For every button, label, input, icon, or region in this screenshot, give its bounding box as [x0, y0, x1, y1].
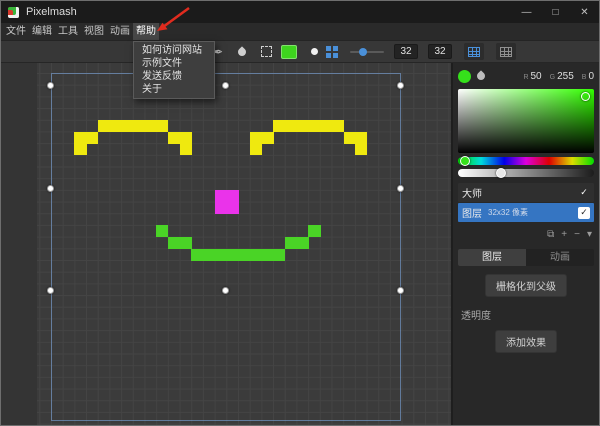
- menu-item-send-feedback[interactable]: 发送反馈: [134, 70, 214, 83]
- add-layer-button[interactable]: +: [561, 227, 567, 243]
- saturation-value-picker[interactable]: [458, 89, 594, 153]
- selection-handle[interactable]: [47, 287, 54, 294]
- value-label: B: [582, 74, 587, 81]
- transform-grid-icon[interactable]: [326, 46, 338, 58]
- pixelmash-window: Pixelmash — □ ✕ 文件 编辑 工具 视图 动画 帮助 ✎ ✒ 32…: [0, 0, 600, 426]
- opacity-label: 透明度: [458, 307, 594, 322]
- lightness-indicator[interactable]: [496, 168, 506, 178]
- layer-row-master[interactable]: 大师 ✓: [458, 183, 594, 202]
- brush-size-dot-icon: [311, 48, 318, 55]
- window-title: Pixelmash: [26, 6, 77, 18]
- minimize-button[interactable]: —: [512, 1, 541, 23]
- pixel-canvas[interactable]: [37, 63, 451, 426]
- eyedropper-icon: [236, 46, 247, 57]
- menu-item-about[interactable]: 关于: [134, 83, 214, 96]
- selection-handle[interactable]: [222, 82, 229, 89]
- blue-value: 0: [588, 71, 594, 82]
- slider-track: [350, 51, 384, 53]
- layer-actions: ⧉ + − ▾: [458, 227, 594, 243]
- selection-handle[interactable]: [47, 185, 54, 192]
- duplicate-layer-button[interactable]: ⧉: [547, 227, 554, 243]
- selection-handle[interactable]: [397, 287, 404, 294]
- add-effect-button[interactable]: 添加效果: [495, 330, 557, 353]
- workspace: R50 G255 B0 大师 ✓ 图层: [1, 63, 599, 425]
- panel-eyedropper-icon[interactable]: [475, 70, 486, 81]
- marquee-tool-button[interactable]: [257, 43, 275, 61]
- grid-toggle-button[interactable]: [464, 43, 484, 60]
- height-input[interactable]: 32: [428, 44, 452, 59]
- menubar: 文件 编辑 工具 视图 动画 帮助: [1, 23, 599, 41]
- layer-visibility-checkbox[interactable]: ✓: [578, 207, 590, 219]
- app-icon: [8, 7, 19, 18]
- selection-handle[interactable]: [397, 82, 404, 89]
- size-slider[interactable]: [350, 45, 384, 59]
- hue-slider[interactable]: [458, 157, 594, 165]
- slider-thumb[interactable]: [359, 48, 367, 56]
- layer-info: 32x32 像素: [488, 207, 528, 218]
- canvas-pane: [1, 63, 451, 425]
- lightness-slider[interactable]: [458, 169, 594, 177]
- value-label: R: [523, 74, 528, 81]
- menu-item-example-files[interactable]: 示例文件: [134, 57, 214, 70]
- tab-animation[interactable]: 动画: [526, 249, 594, 266]
- rasterize-to-parent-button[interactable]: 栅格化到父级: [485, 274, 567, 297]
- menu-animation[interactable]: 动画: [107, 23, 133, 40]
- close-button[interactable]: ✕: [570, 1, 599, 23]
- layer-name: 图层: [462, 205, 482, 220]
- color-values: R50 G255 B0: [523, 71, 594, 82]
- side-panel: R50 G255 B0 大师 ✓ 图层: [451, 63, 599, 425]
- green-value: 255: [557, 71, 574, 82]
- grid-icon: [468, 47, 480, 57]
- pixel-grid-button[interactable]: [496, 43, 516, 60]
- help-dropdown-menu: 如何访问网站 示例文件 发送反馈 关于: [133, 41, 215, 99]
- selection-handle[interactable]: [222, 287, 229, 294]
- eyedropper-tool-button[interactable]: [233, 43, 251, 61]
- window-controls: — □ ✕: [512, 1, 599, 23]
- sv-indicator[interactable]: [581, 92, 590, 101]
- menu-tools[interactable]: 工具: [55, 23, 81, 40]
- selection-handle[interactable]: [397, 185, 404, 192]
- layer-menu-button[interactable]: ▾: [587, 227, 592, 243]
- tab-layers[interactable]: 图层: [458, 249, 526, 266]
- selection-handle[interactable]: [47, 82, 54, 89]
- layer-name: 大师: [462, 185, 482, 200]
- menu-item-visit-website[interactable]: 如何访问网站: [134, 44, 214, 57]
- remove-layer-button[interactable]: −: [574, 227, 580, 243]
- menu-view[interactable]: 视图: [81, 23, 107, 40]
- layers-list: 大师 ✓ 图层 32x32 像素 ✓: [458, 183, 594, 223]
- layer-row-selected[interactable]: 图层 32x32 像素 ✓: [458, 203, 594, 222]
- toolbar: ✎ ✒ 32 32: [1, 41, 599, 63]
- panel-tabs: 图层 动画: [458, 249, 594, 266]
- red-value: 50: [531, 71, 542, 82]
- grid-off-icon: [500, 47, 512, 57]
- menu-help[interactable]: 帮助: [133, 23, 159, 40]
- width-input[interactable]: 32: [394, 44, 418, 59]
- selection-handles: [37, 63, 451, 426]
- layer-visibility-checkbox[interactable]: ✓: [578, 187, 590, 199]
- value-label: G: [550, 74, 555, 81]
- color-row: R50 G255 B0: [458, 67, 594, 85]
- hue-indicator[interactable]: [460, 156, 470, 166]
- current-color-circle[interactable]: [458, 70, 471, 83]
- maximize-button[interactable]: □: [541, 1, 570, 23]
- titlebar: Pixelmash — □ ✕: [1, 1, 599, 23]
- menu-file[interactable]: 文件: [3, 23, 29, 40]
- menu-edit[interactable]: 编辑: [29, 23, 55, 40]
- color-swatch[interactable]: [281, 45, 297, 59]
- marquee-icon: [261, 46, 272, 57]
